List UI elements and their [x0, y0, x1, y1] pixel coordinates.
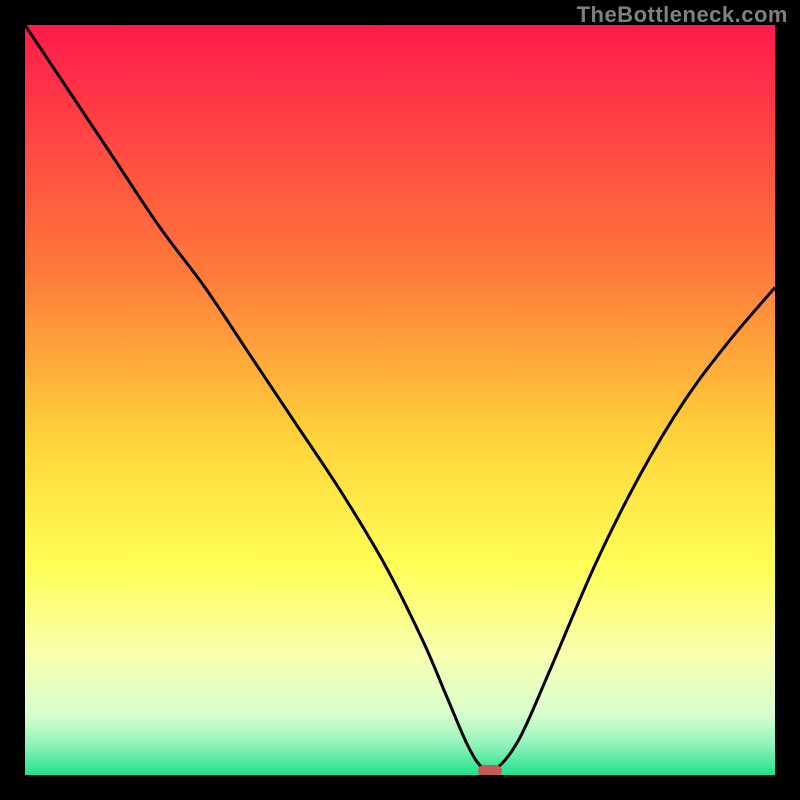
plot-area	[25, 25, 775, 775]
bottleneck-curve	[25, 25, 775, 775]
watermark-label: TheBottleneck.com	[577, 2, 788, 28]
optimal-point-marker	[478, 765, 502, 775]
chart-frame: TheBottleneck.com	[0, 0, 800, 800]
